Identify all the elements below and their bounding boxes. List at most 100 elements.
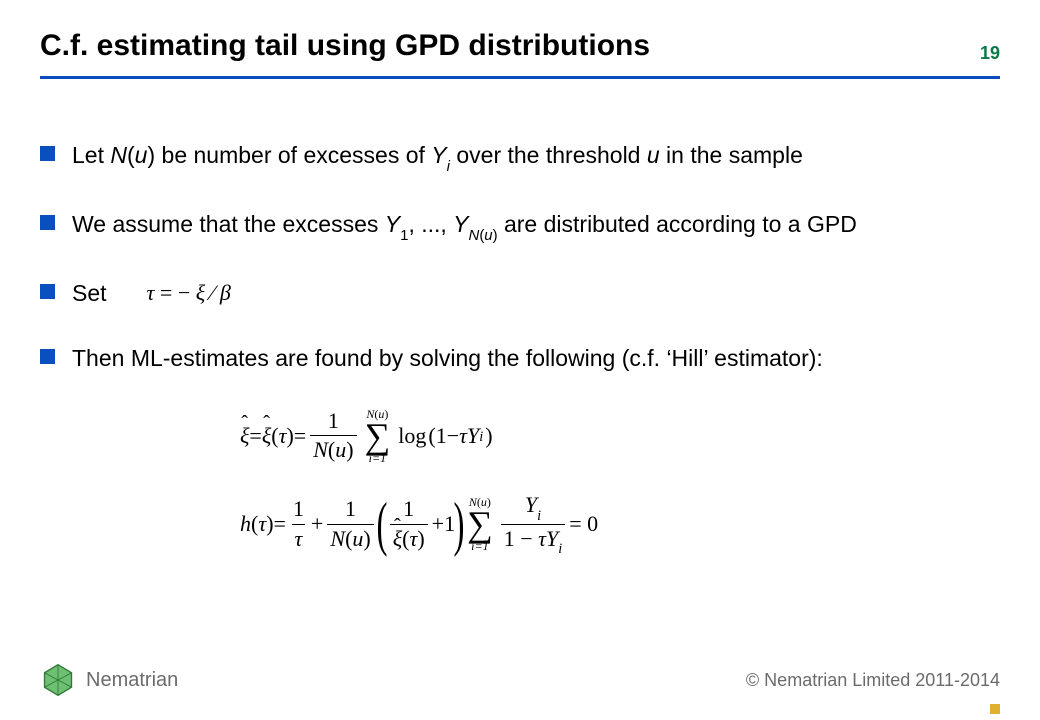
e2-frac2-den: N(u) <box>327 524 373 552</box>
e2-plus1: + <box>311 511 323 537</box>
b3-label: Set <box>72 278 107 309</box>
equations-block: ξ = ξ ( τ ) = 1 N(u) N(u) ∑ <box>240 408 1000 556</box>
b1-post: over the threshold <box>450 142 647 168</box>
e2-frac4-den-one: 1 <box>504 526 515 551</box>
e1-po-tau: ( <box>271 423 278 449</box>
e1-frac1-num: 1 <box>325 408 342 435</box>
e1-tau2: τ <box>459 423 467 449</box>
corner-square-icon <box>990 704 1000 714</box>
e2-frac4-den-Y: Y <box>546 526 558 551</box>
e2-frac3-den: ξ(τ) <box>390 524 428 552</box>
e1-i: i <box>479 429 483 446</box>
bullet-4: Then ML-estimates are found by solving t… <box>40 343 1000 374</box>
e2-bigparen-close: ) <box>454 499 465 550</box>
e2-tau: τ <box>258 511 266 537</box>
b2-Nu: N(u) <box>469 227 498 244</box>
b3-row: Set τ = − ξ ⁄ β <box>72 278 1000 309</box>
b2-Nu-u: u <box>484 227 492 244</box>
e1-po: ( <box>428 423 435 449</box>
e2-frac2-den-u: u <box>352 526 363 551</box>
b2-Nu-pc: ) <box>493 227 498 244</box>
e2-frac4-num: Yi <box>522 492 544 524</box>
e1-tau: τ <box>279 423 287 449</box>
e2-eqzero: = 0 <box>569 511 598 537</box>
e1-frac1-den: N(u) <box>310 435 356 463</box>
sigma-icon: ∑ <box>365 420 391 452</box>
e1-xi-hat: ξ <box>240 423 249 449</box>
e1-frac1: 1 N(u) <box>310 408 356 464</box>
e2-plus2: + <box>432 511 444 537</box>
logo-icon <box>40 662 76 698</box>
e1-frac1-den-pc: ) <box>346 437 353 462</box>
e2-eq: = <box>274 511 286 537</box>
bullet-list: Let N(u) be number of excesses of Yi ove… <box>40 140 1000 374</box>
e2-frac3: 1 ξ(τ) <box>390 496 428 552</box>
b3-slash: ⁄ <box>205 280 220 305</box>
e2-frac2: 1 N(u) <box>327 496 373 552</box>
b1-u: u <box>135 142 148 168</box>
e2-frac3-num: 1 <box>400 496 417 523</box>
e1-frac1-den-N: N <box>313 437 328 462</box>
slide-body: Let N(u) be number of excesses of Yi ove… <box>40 140 1000 584</box>
footer-left: Nematrian <box>40 662 178 698</box>
b1-u2: u <box>647 142 660 168</box>
b2-dots: , ..., <box>408 211 453 237</box>
e2-frac4-den-i: i <box>558 541 562 557</box>
b1-N: N <box>110 142 127 168</box>
b1-pc: ) <box>147 142 155 168</box>
e1-xi-hat2: ξ <box>262 423 271 449</box>
b1-Y: Y <box>431 142 446 168</box>
b4-text: Then ML-estimates are found by solving t… <box>72 345 823 371</box>
e2-frac1-num: 1 <box>290 496 307 523</box>
e2-frac1: 1 τ <box>290 496 307 552</box>
e2-frac4-den: 1 − τYi <box>501 524 566 557</box>
b1-i: i <box>447 158 450 175</box>
e2-sum: N(u) ∑ i=1 <box>467 496 493 552</box>
b3-formula: τ = − ξ ⁄ β <box>147 278 231 308</box>
bullet-1: Let N(u) be number of excesses of Yi ove… <box>40 140 1000 175</box>
title-rule <box>40 76 1000 79</box>
e1-sum-bot: i=1 <box>369 452 386 464</box>
e2-sum-bot: i=1 <box>471 540 488 552</box>
e1-frac1-den-u: u <box>335 437 346 462</box>
e2-frac3-den-xi: ξ <box>393 526 402 552</box>
b1-text: Let <box>72 142 110 168</box>
b1-mid: be number of excesses of <box>155 142 431 168</box>
e2-frac4: Yi 1 − τYi <box>501 492 566 556</box>
e2-pc: ) <box>266 511 273 537</box>
e2-bigparen-open: ( <box>376 499 387 550</box>
e2-frac4-den-tau: τ <box>538 526 546 551</box>
slide: C.f. estimating tail using GPD distribut… <box>0 0 1040 720</box>
bullet-2: We assume that the excesses Y1, ..., YN(… <box>40 209 1000 244</box>
equation-2: h ( τ ) = 1 τ + 1 N(u) ( 1 <box>240 492 1000 556</box>
e2-frac1-den: τ <box>292 524 306 552</box>
b2-1: 1 <box>400 227 408 244</box>
e2-frac2-den-N: N <box>330 526 345 551</box>
e1-eq1: = <box>249 423 261 449</box>
e2-frac2-num: 1 <box>342 496 359 523</box>
e1-one: 1 <box>436 423 447 449</box>
equation-1: ξ = ξ ( τ ) = 1 N(u) N(u) ∑ <box>240 408 1000 464</box>
e2-frac4-num-i: i <box>537 508 541 524</box>
e2-frac4-den-minus: − <box>515 526 538 551</box>
bullet-3: Set τ = − ξ ⁄ β <box>40 278 1000 309</box>
copyright: © Nematrian Limited 2011-2014 <box>746 670 1000 691</box>
b3-xi: ξ <box>196 280 205 305</box>
b2-post: are distributed according to a GPD <box>498 211 857 237</box>
b3-beta: β <box>220 280 231 305</box>
e1-eq2: = <box>294 423 306 449</box>
footer: Nematrian © Nematrian Limited 2011-2014 <box>40 662 1000 698</box>
e2-po: ( <box>251 511 258 537</box>
e1-Y: Y <box>467 423 479 449</box>
b2-Nu-N: N <box>469 227 480 244</box>
e2-frac4-num-Y: Y <box>525 492 537 517</box>
b1-po: ( <box>127 142 135 168</box>
b2-pre: We assume that the excesses <box>72 211 385 237</box>
brand-name: Nematrian <box>86 669 178 692</box>
e1-minus: − <box>447 423 459 449</box>
e2-h: h <box>240 511 251 537</box>
sigma-icon: ∑ <box>467 508 493 540</box>
b2-Y: Y <box>385 211 400 237</box>
b2-Y2: Y <box>453 211 468 237</box>
e1-pc: ) <box>485 423 492 449</box>
